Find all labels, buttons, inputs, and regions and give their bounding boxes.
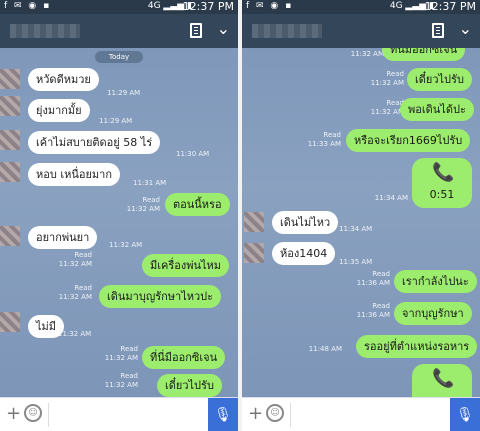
left-phone-screen: f ✉ ◉ ▪ 4G ▂▃▅ ▮ 12:37 PM ⌄ Today หวัดดี… bbox=[0, 0, 238, 431]
note-icon[interactable] bbox=[432, 23, 444, 38]
chevron-down-icon[interactable]: ⌄ bbox=[459, 19, 472, 38]
chat-header: ⌄ bbox=[242, 14, 480, 48]
message-bubble[interactable]: เดี๋ยวไปรับ bbox=[407, 68, 472, 91]
message-time: 11:32 AM bbox=[126, 205, 160, 213]
message-bubble[interactable]: ห้อง1404 bbox=[272, 242, 336, 265]
message-time: 11:32 AM bbox=[370, 108, 404, 116]
message-time: 11:32 AM bbox=[350, 50, 384, 58]
avatar[interactable] bbox=[0, 96, 20, 116]
emoji-icon[interactable]: ☺ bbox=[266, 404, 284, 422]
message-time: 11:36 AM bbox=[356, 279, 390, 287]
message-time: 11:32 AM bbox=[109, 241, 143, 249]
voice-call-card[interactable]: 📞 bbox=[412, 364, 472, 397]
message-bubble[interactable]: หรือจะเรียก1669ไปรับ bbox=[346, 129, 471, 152]
message-bubble[interactable]: จากบุญรักษา bbox=[394, 302, 472, 325]
message-time: 11:32 AM bbox=[370, 79, 404, 87]
read-receipt: Read bbox=[120, 372, 138, 380]
read-receipt: Read bbox=[372, 270, 390, 278]
blurred-contact-name bbox=[252, 24, 322, 38]
status-time: 12:37 PM bbox=[424, 0, 476, 13]
composer-bar: + ☺ 🎙 bbox=[242, 397, 480, 431]
message-time: 11:36 AM bbox=[356, 311, 390, 319]
avatar[interactable] bbox=[0, 69, 20, 89]
message-bubble[interactable]: เค้าไม่สบายติดอยู่ 58 ไร่ bbox=[28, 131, 161, 154]
avatar[interactable] bbox=[0, 312, 20, 332]
avatar[interactable] bbox=[244, 212, 264, 232]
message-time: 11:30 AM bbox=[176, 150, 210, 158]
chevron-down-icon[interactable]: ⌄ bbox=[217, 19, 230, 38]
call-duration: 0:51 bbox=[429, 188, 455, 201]
chat-area[interactable]: 11:32 AM ที่นี่มีออกซิเจน Read 11:32 AM … bbox=[242, 48, 480, 397]
plus-icon[interactable]: + bbox=[6, 403, 21, 424]
phone-call-icon: 📞 bbox=[432, 162, 455, 183]
status-bar: f ✉ ◉ ▪ 4G ▂▃▅ ▮ 12:37 PM bbox=[0, 0, 238, 14]
message-bubble[interactable]: หอบ เหนื่อยมาก bbox=[28, 163, 121, 186]
message-time: 11:29 AM bbox=[107, 89, 141, 97]
message-bubble[interactable]: รออยู่ที่ตำแหน่งรอหาร bbox=[356, 335, 478, 358]
read-receipt: Read bbox=[142, 196, 160, 204]
avatar[interactable] bbox=[0, 226, 20, 246]
message-time: 11:32 AM bbox=[104, 354, 138, 362]
read-receipt: Read bbox=[74, 284, 92, 292]
message-time: 11:35 AM bbox=[339, 258, 373, 266]
message-bubble[interactable]: เดินมาบุญรักษาไหวปะ bbox=[99, 285, 222, 308]
message-time: 11:34 AM bbox=[339, 225, 373, 233]
message-bubble[interactable]: หวัดดีหมวย bbox=[28, 68, 99, 91]
message-input[interactable] bbox=[290, 403, 440, 427]
message-time: 11:32 AM bbox=[104, 381, 138, 389]
composer-bar: + ☺ 🎙 bbox=[0, 397, 238, 431]
message-time: 11:48 AM bbox=[308, 345, 342, 353]
message-time: 11:33 AM bbox=[307, 140, 341, 148]
message-time: 11:29 AM bbox=[99, 117, 133, 125]
message-bubble[interactable]: มีเครื่องพ่นไหม bbox=[142, 254, 230, 277]
message-bubble[interactable]: เรากำลังไปนะ bbox=[394, 270, 477, 293]
message-time: 11:32 AM bbox=[58, 293, 92, 301]
message-bubble[interactable]: ยุ่งมากมั้ย bbox=[28, 99, 90, 122]
status-time: 12:37 PM bbox=[182, 0, 234, 13]
read-receipt: Read bbox=[386, 70, 404, 78]
note-icon[interactable] bbox=[190, 23, 202, 38]
read-receipt: Read bbox=[372, 302, 390, 310]
plus-icon[interactable]: + bbox=[248, 403, 263, 424]
read-receipt: Read bbox=[323, 131, 341, 139]
message-bubble[interactable]: ที่นี่มีออกซิเจน bbox=[382, 48, 466, 61]
avatar[interactable] bbox=[244, 243, 264, 263]
mic-icon[interactable]: 🎙 bbox=[208, 398, 238, 431]
message-bubble[interactable]: ที่นี่มีออกซิเจน bbox=[142, 346, 226, 369]
message-time: 11:32 AM bbox=[58, 330, 92, 338]
message-time: 11:32 AM bbox=[58, 260, 92, 268]
date-separator: Today bbox=[95, 51, 143, 63]
chat-area[interactable]: Today หวัดดีหมวย 11:29 AM ยุ่งมากมั้ย 11… bbox=[0, 48, 238, 397]
read-receipt: Read bbox=[120, 345, 138, 353]
message-bubble[interactable]: พอเดินได้ปะ bbox=[400, 98, 474, 121]
notification-icons: f ✉ ◉ ▪ bbox=[246, 1, 294, 11]
status-bar: f ✉ ◉ ▪ 4G ▂▃▅ ▮ 12:37 PM bbox=[242, 0, 480, 14]
message-bubble[interactable]: เดี๋ยวไปรับ bbox=[157, 374, 222, 397]
message-input[interactable] bbox=[48, 403, 198, 427]
right-phone-screen: f ✉ ◉ ▪ 4G ▂▃▅ ▮ 12:37 PM ⌄ 11:32 AM ที่… bbox=[242, 0, 480, 431]
chat-header: ⌄ bbox=[0, 14, 238, 48]
message-bubble[interactable]: อยากพ่นยา bbox=[28, 226, 98, 249]
blurred-contact-name bbox=[10, 24, 80, 38]
mic-icon[interactable]: 🎙 bbox=[450, 398, 480, 431]
emoji-icon[interactable]: ☺ bbox=[24, 404, 42, 422]
read-receipt: Read bbox=[74, 251, 92, 259]
notification-icons: f ✉ ◉ ▪ bbox=[4, 1, 52, 11]
phone-call-icon: 📞 bbox=[432, 368, 455, 389]
avatar[interactable] bbox=[0, 162, 20, 182]
avatar[interactable] bbox=[0, 130, 20, 150]
message-time: 11:34 AM bbox=[374, 194, 408, 202]
message-time: 11:31 AM bbox=[133, 179, 167, 187]
read-receipt: Read bbox=[386, 99, 404, 107]
voice-call-card[interactable]: 📞 0:51 bbox=[412, 158, 472, 208]
message-bubble[interactable]: ตอนนี้หรอ bbox=[165, 193, 230, 216]
message-bubble[interactable]: เดินไม่ไหว bbox=[272, 211, 339, 234]
